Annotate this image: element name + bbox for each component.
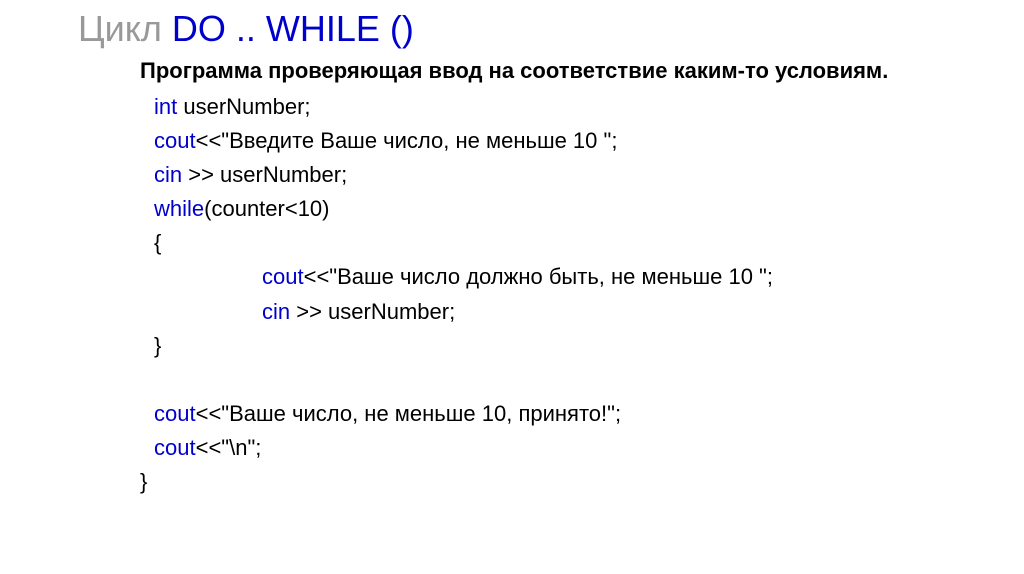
keyword-cin: cin: [154, 162, 182, 187]
code-text: >> userNumber;: [182, 162, 347, 187]
code-line-5: {: [154, 226, 1024, 260]
code-text: <<"Ваше число должно быть, не меньше 10 …: [304, 264, 773, 289]
code-text: (counter<10): [204, 196, 329, 221]
code-line-4: while(counter<10): [154, 192, 1024, 226]
keyword-int: int: [154, 94, 177, 119]
code-text: >> userNumber;: [290, 299, 455, 324]
code-line-11: }: [140, 465, 1024, 499]
keyword-cout: cout: [154, 401, 196, 426]
slide-title: Цикл DO .. WHILE (): [78, 8, 1024, 50]
keyword-cin: cin: [262, 299, 290, 324]
keyword-cout: cout: [262, 264, 304, 289]
code-line-6: cout<<"Ваше число должно быть, не меньше…: [154, 260, 1024, 294]
code-text: userNumber;: [177, 94, 310, 119]
code-line-2: cout<<"Введите Ваше число, не меньше 10 …: [154, 124, 1024, 158]
code-text: <<"\n";: [196, 435, 262, 460]
code-line-3: cin >> userNumber;: [154, 158, 1024, 192]
keyword-cout: cout: [154, 128, 196, 153]
code-text: <<"Ваше число, не меньше 10, принято!";: [196, 401, 621, 426]
keyword-cout: cout: [154, 435, 196, 460]
code-line-9: cout<<"Ваше число, не меньше 10, принято…: [154, 397, 1024, 431]
blank-line: [78, 363, 1024, 397]
keyword-while: while: [154, 196, 204, 221]
title-keywords: DO .. WHILE (): [172, 8, 414, 49]
code-line-10: cout<<"\n";: [154, 431, 1024, 465]
code-line-7: cin >> userNumber;: [154, 295, 1024, 329]
code-line-1: int userNumber;: [154, 90, 1024, 124]
code-line-8: }: [154, 329, 1024, 363]
slide-subtitle: Программа проверяющая ввод на соответств…: [140, 58, 1024, 84]
title-prefix: Цикл: [78, 8, 172, 49]
code-text: <<"Введите Ваше число, не меньше 10 ";: [196, 128, 618, 153]
